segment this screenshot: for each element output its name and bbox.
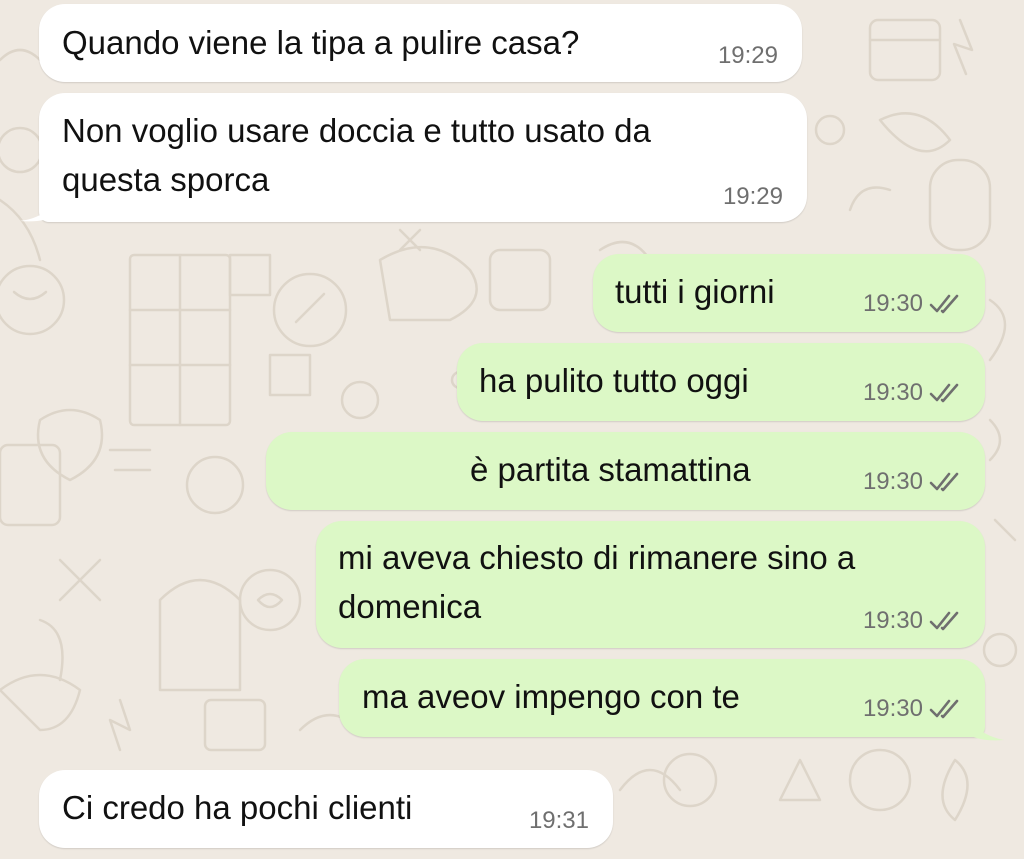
message-time: 19:30 bbox=[863, 379, 963, 407]
outgoing-bubble-tail bbox=[968, 712, 1004, 741]
double-check-icon bbox=[929, 699, 959, 719]
message-text: questa sporca bbox=[62, 161, 270, 198]
message-text: ma aveov impengo con te bbox=[362, 678, 740, 715]
incoming-message-bubble[interactable]: Non voglio usare doccia e tutto usato da… bbox=[39, 93, 807, 222]
message-time-label: 19:30 bbox=[862, 695, 923, 722]
message-text: è partita stamattina bbox=[470, 451, 751, 488]
incoming-bubble-tail bbox=[20, 195, 56, 222]
outgoing-message-bubble[interactable]: ma aveov impengo con te 19:30 bbox=[339, 659, 985, 737]
message-text: Non voglio usare doccia e tutto usato da bbox=[62, 112, 651, 149]
message-time: 19:29 bbox=[722, 183, 783, 210]
message-text: Quando viene la tipa a pulire casa? bbox=[62, 24, 580, 61]
double-check-icon bbox=[929, 611, 959, 631]
message-time: 19:31 bbox=[528, 807, 589, 834]
message-time-label: 19:30 bbox=[862, 468, 923, 495]
message-text: domenica bbox=[338, 588, 482, 625]
message-text: tutti i giorni bbox=[615, 273, 775, 310]
outgoing-message-bubble[interactable]: tutti i giorni 19:30 bbox=[593, 254, 985, 332]
message-time: 19:30 bbox=[863, 607, 963, 635]
message-text: mi aveva chiesto di rimanere sino a bbox=[338, 539, 856, 576]
incoming-message-bubble[interactable]: Ci credo ha pochi clienti 19:31 bbox=[39, 770, 613, 848]
outgoing-message-bubble[interactable]: è partita stamattina 19:30 bbox=[266, 432, 985, 510]
outgoing-message-bubble[interactable]: ha pulito tutto oggi 19:30 bbox=[457, 343, 985, 421]
message-time: 19:30 bbox=[863, 290, 963, 318]
message-time-label: 19:30 bbox=[862, 290, 923, 317]
message-text: ha pulito tutto oggi bbox=[479, 362, 749, 399]
message-time: 19:30 bbox=[863, 468, 963, 496]
incoming-message-bubble[interactable]: Quando viene la tipa a pulire casa? 19:2… bbox=[39, 4, 802, 82]
double-check-icon bbox=[929, 383, 959, 403]
message-text: Ci credo ha pochi clienti bbox=[62, 789, 413, 826]
message-time-label: 19:30 bbox=[862, 379, 923, 406]
message-time-label: 19:30 bbox=[862, 607, 923, 634]
message-time: 19:30 bbox=[863, 695, 963, 723]
double-check-icon bbox=[929, 294, 959, 314]
message-time: 19:29 bbox=[717, 42, 778, 69]
double-check-icon bbox=[929, 472, 959, 492]
chat-thread: Quando viene la tipa a pulire casa? 19:2… bbox=[0, 0, 1024, 859]
outgoing-message-bubble[interactable]: mi aveva chiesto di rimanere sino a dome… bbox=[316, 521, 985, 648]
